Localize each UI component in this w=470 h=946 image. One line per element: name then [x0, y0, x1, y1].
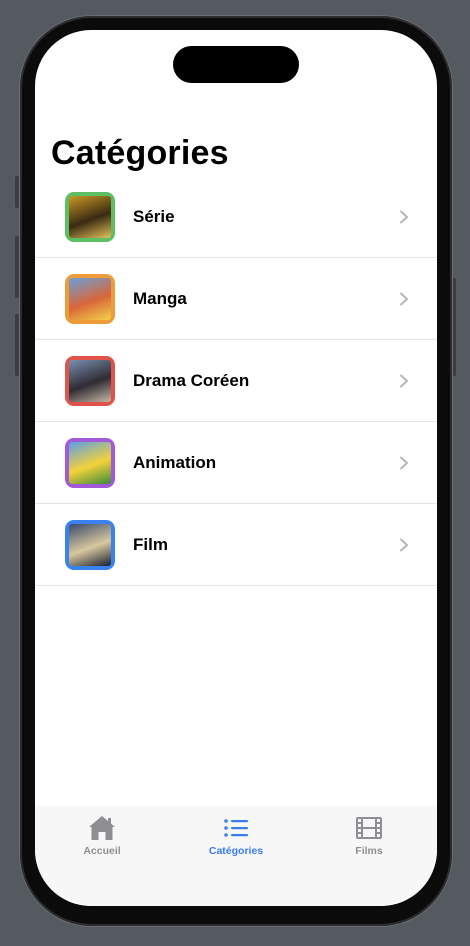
house-icon	[89, 816, 115, 840]
tab-categories[interactable]: Catégories	[186, 814, 286, 857]
poster-image	[69, 278, 111, 320]
poster-image	[69, 196, 111, 238]
category-thumbnail	[65, 274, 115, 324]
chevron-right-icon	[400, 456, 408, 470]
category-row[interactable]: Manga	[35, 258, 437, 340]
category-thumbnail	[65, 192, 115, 242]
app-screen: Catégories Série Manga Drama Coréen Animati…	[35, 30, 437, 906]
chevron-right-icon	[400, 292, 408, 306]
category-thumbnail	[65, 356, 115, 406]
tab-bar: Accueil Catégories Films	[35, 806, 437, 906]
category-list: Série Manga Drama Coréen Animation Film	[35, 176, 437, 586]
category-thumbnail	[65, 520, 115, 570]
poster-image	[69, 442, 111, 484]
category-thumbnail	[65, 438, 115, 488]
chevron-right-icon	[400, 538, 408, 552]
category-row[interactable]: Série	[35, 176, 437, 258]
category-row[interactable]: Film	[35, 504, 437, 586]
category-label: Manga	[133, 289, 187, 308]
poster-image	[69, 360, 111, 402]
tab-label: Accueil	[83, 845, 121, 857]
category-label: Animation	[133, 453, 217, 472]
page-title: Catégories	[51, 134, 229, 172]
action-button	[15, 176, 19, 208]
category-label: Drama Coréen	[133, 371, 250, 390]
chevron-right-icon	[400, 374, 408, 388]
category-row[interactable]: Animation	[35, 422, 437, 504]
volume-up-button	[15, 236, 19, 298]
chevron-right-icon	[400, 210, 408, 224]
tab-label: Films	[355, 845, 383, 857]
category-row[interactable]: Drama Coréen	[35, 340, 437, 422]
volume-down-button	[15, 314, 19, 376]
category-label: Série	[133, 207, 175, 226]
tab-films[interactable]: Films	[319, 814, 419, 857]
power-button	[452, 278, 456, 376]
tab-accueil[interactable]: Accueil	[52, 814, 152, 857]
tab-label: Catégories	[208, 845, 264, 857]
poster-image	[69, 524, 111, 566]
dynamic-island	[173, 46, 299, 83]
category-label: Film	[133, 535, 168, 554]
film-icon	[356, 817, 382, 839]
list-icon	[224, 819, 248, 837]
